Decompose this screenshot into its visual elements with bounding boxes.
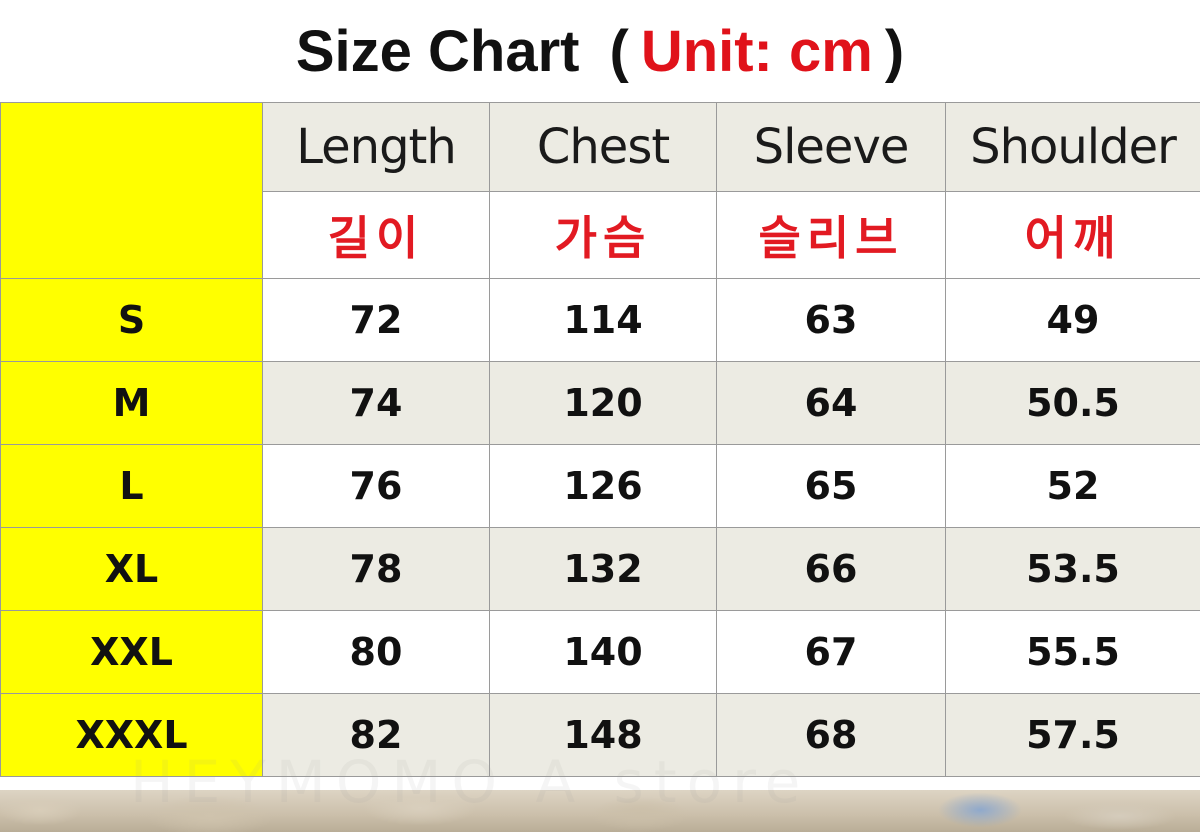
length-value: 78 xyxy=(262,527,490,611)
size-label: XXL xyxy=(0,610,263,694)
header-length: Length xyxy=(262,102,490,192)
header-shoulder: Shoulder xyxy=(945,102,1200,192)
size-label: XL xyxy=(0,527,263,611)
sleeve-value: 67 xyxy=(716,610,946,694)
table-row: L 76 126 65 52 xyxy=(0,444,1200,528)
size-label: M xyxy=(0,361,263,445)
title-open-paren: ( xyxy=(609,18,629,84)
table-row: XL 78 132 66 53.5 xyxy=(0,527,1200,611)
sleeve-value: 66 xyxy=(716,527,946,611)
chest-value: 114 xyxy=(489,278,717,362)
shoulder-value: 49 xyxy=(945,278,1200,362)
chest-value: 120 xyxy=(489,361,717,445)
shoulder-value: 52 xyxy=(945,444,1200,528)
title-close-paren: ) xyxy=(884,18,905,84)
size-chart-table: Length Chest Sleeve Shoulder 길이 가슴 슬리브 어… xyxy=(0,102,1200,777)
sleeve-value: 63 xyxy=(716,278,946,362)
header-sleeve-korean: 슬리브 xyxy=(716,191,946,279)
shoulder-value: 55.5 xyxy=(945,610,1200,694)
header-chest-korean: 가슴 xyxy=(489,191,717,279)
chest-value: 126 xyxy=(489,444,717,528)
sleeve-value: 65 xyxy=(716,444,946,528)
page-title: Size Chart (Unit: cm) xyxy=(0,0,1200,102)
header-sleeve: Sleeve xyxy=(716,102,946,192)
length-value: 72 xyxy=(262,278,490,362)
table-row: S 72 114 63 49 xyxy=(0,278,1200,362)
size-label: S xyxy=(0,278,263,362)
watermark-text: HEYMOMO A store xyxy=(130,748,811,816)
length-value: 76 xyxy=(262,444,490,528)
table-row: XXL 80 140 67 55.5 xyxy=(0,610,1200,694)
header-shoulder-korean: 어깨 xyxy=(945,191,1200,279)
chest-value: 132 xyxy=(489,527,717,611)
chest-value: 140 xyxy=(489,610,717,694)
title-main: Size Chart xyxy=(295,18,580,84)
sleeve-value: 64 xyxy=(716,361,946,445)
title-unit: Unit: cm xyxy=(640,18,873,84)
shoulder-value: 53.5 xyxy=(945,527,1200,611)
shoulder-value: 50.5 xyxy=(945,361,1200,445)
size-label: L xyxy=(0,444,263,528)
header-length-korean: 길이 xyxy=(262,191,490,279)
header-row-english: Length Chest Sleeve Shoulder xyxy=(0,102,1200,279)
header-chest: Chest xyxy=(489,102,717,192)
length-value: 74 xyxy=(262,361,490,445)
table-row: M 74 120 64 50.5 xyxy=(0,361,1200,445)
size-header-corner xyxy=(0,102,263,279)
length-value: 80 xyxy=(262,610,490,694)
